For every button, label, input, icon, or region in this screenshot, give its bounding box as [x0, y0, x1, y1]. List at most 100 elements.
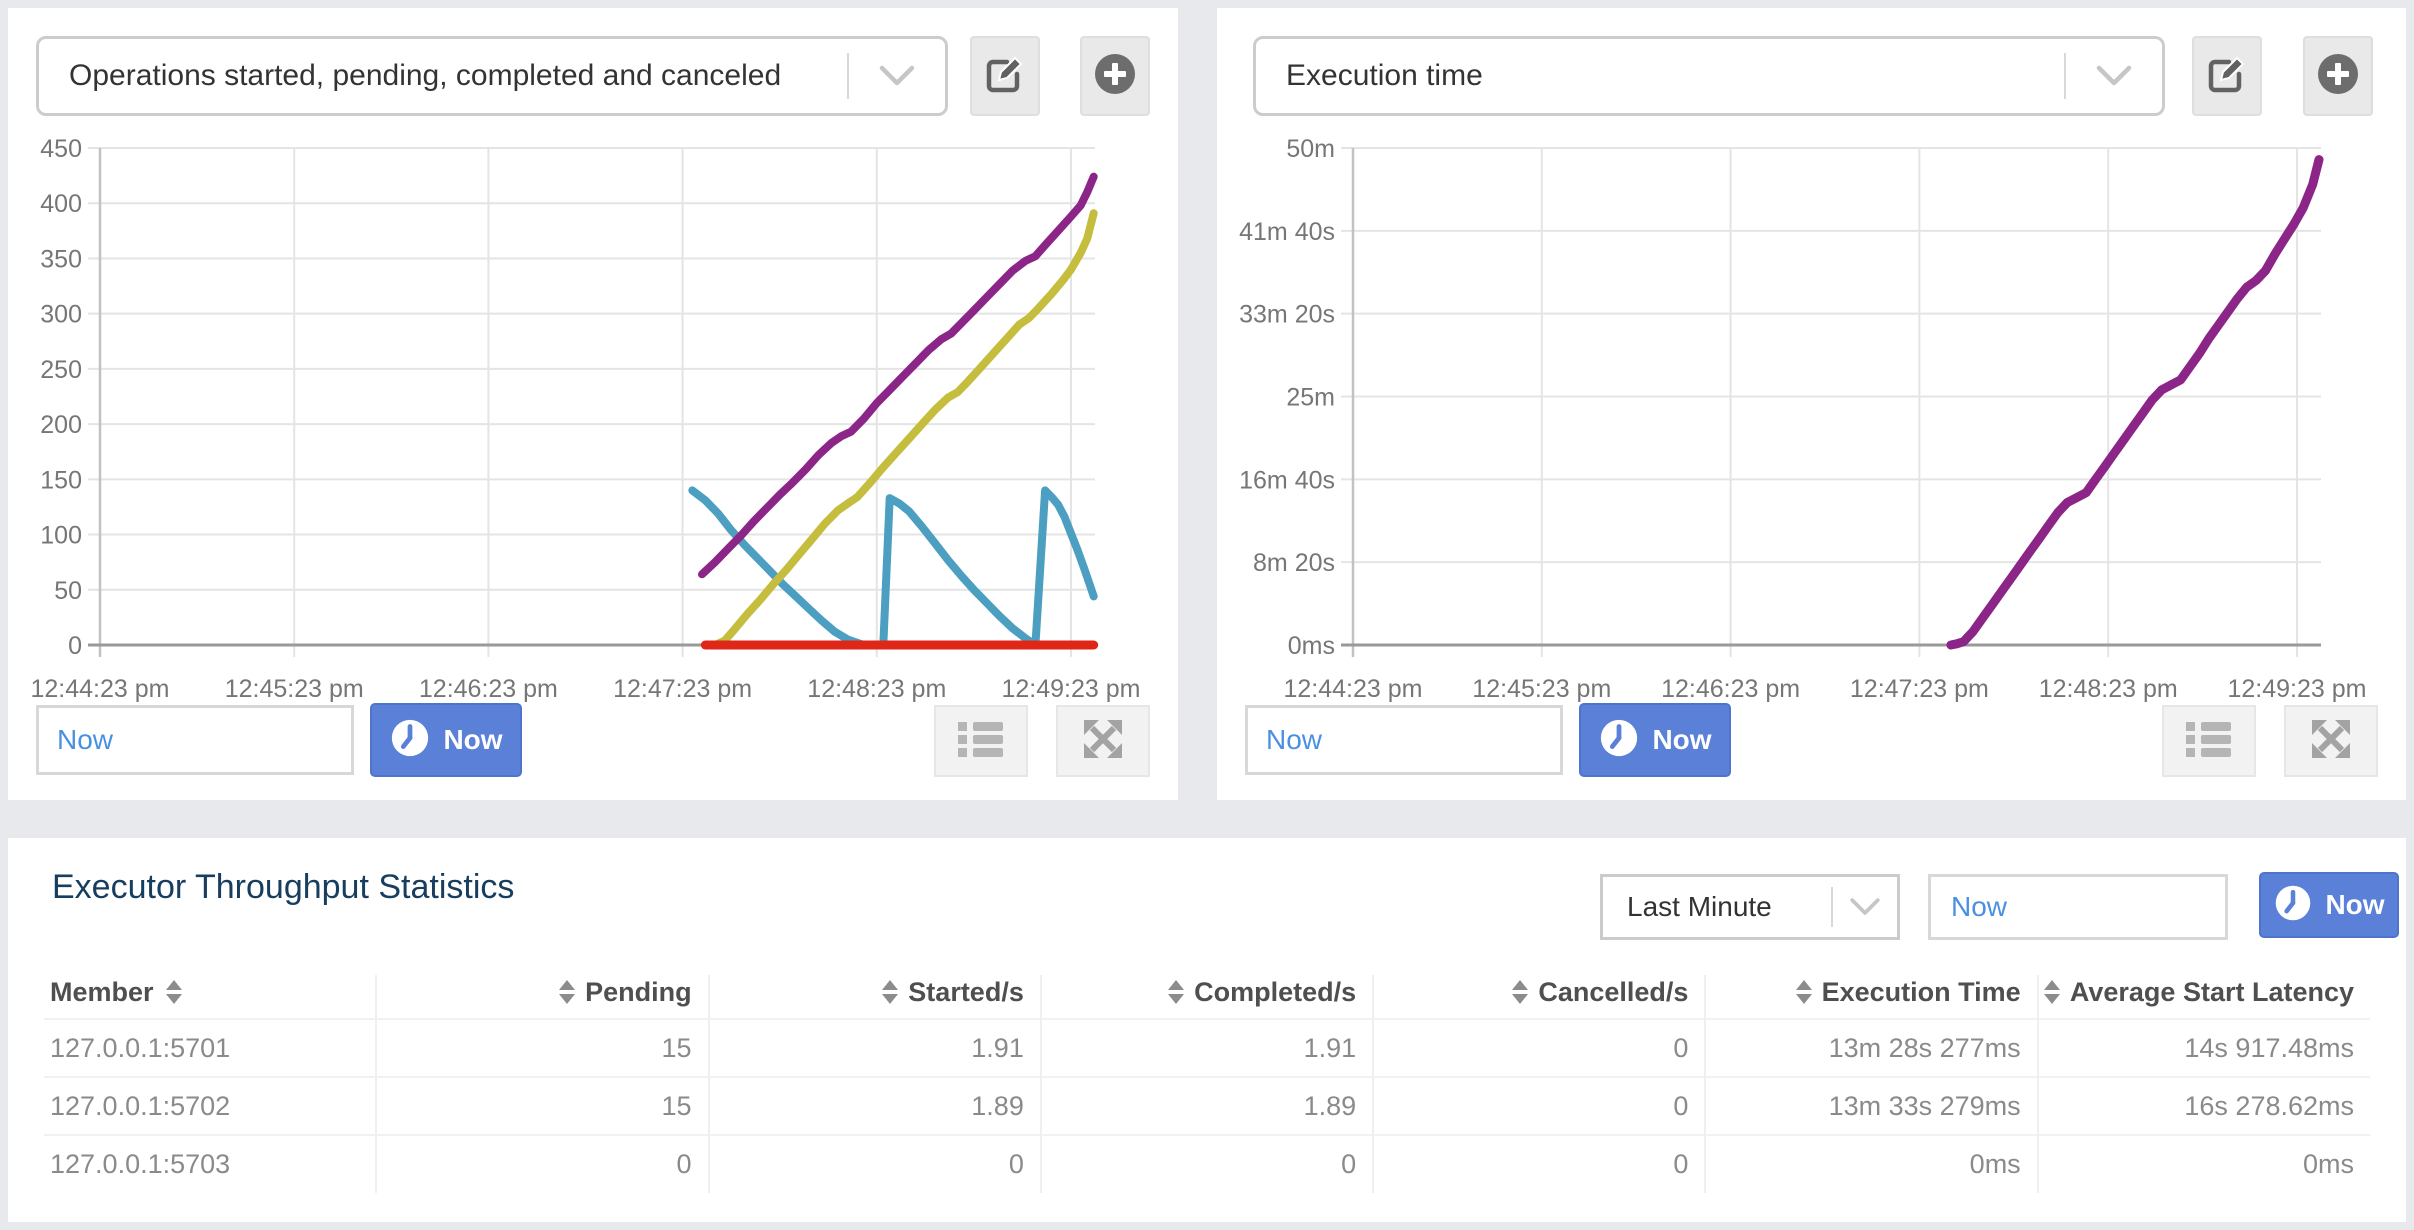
column-header-pending[interactable]: Pending [376, 975, 708, 1019]
table-header-row: Member Pending Started/s Completed/s Can… [44, 975, 2370, 1019]
expand-arrows-icon [2306, 714, 2356, 769]
table-row[interactable]: 127.0.0.1:5702 15 1.89 1.89 0 13m 33s 27… [44, 1077, 2370, 1135]
now-button[interactable]: Now [370, 703, 522, 777]
legend-toggle-button[interactable] [934, 705, 1028, 777]
avg-start-latency-cell: 0ms [2038, 1135, 2370, 1193]
sort-icon [1168, 980, 1184, 1004]
column-header-started[interactable]: Started/s [709, 975, 1041, 1019]
svg-text:12:45:23 pm: 12:45:23 pm [1472, 675, 1611, 703]
execution-time-cell: 13m 28s 277ms [1705, 1019, 2037, 1077]
svg-text:450: 450 [40, 135, 82, 163]
add-chart-button[interactable] [1080, 36, 1150, 116]
chevron-down-icon [2066, 64, 2162, 88]
clock-icon [2273, 883, 2313, 928]
svg-text:16m 40s: 16m 40s [1239, 466, 1335, 494]
column-header-cancelled[interactable]: Cancelled/s [1373, 975, 1705, 1019]
svg-text:12:47:23 pm: 12:47:23 pm [613, 675, 752, 703]
started-cell: 1.91 [709, 1019, 1041, 1077]
pending-cell: 15 [376, 1077, 708, 1135]
table-row[interactable]: 127.0.0.1:5701 15 1.91 1.91 0 13m 28s 27… [44, 1019, 2370, 1077]
svg-text:300: 300 [40, 301, 82, 329]
sort-icon [166, 980, 182, 1004]
column-header-execution-time[interactable]: Execution Time [1705, 975, 2037, 1019]
sort-icon [1512, 980, 1528, 1004]
svg-text:12:49:23 pm: 12:49:23 pm [1002, 675, 1141, 703]
member-cell: 127.0.0.1:5701 [44, 1019, 376, 1077]
pending-cell: 0 [376, 1135, 708, 1193]
svg-text:350: 350 [40, 245, 82, 273]
sort-icon [1796, 980, 1812, 1004]
column-header-average-start-latency[interactable]: Average Start Latency [2038, 975, 2370, 1019]
executor-statistics-table: Member Pending Started/s Completed/s Can… [44, 975, 2370, 1193]
now-button[interactable]: Now [2259, 872, 2399, 938]
sort-icon [882, 980, 898, 1004]
cancelled-cell: 0 [1373, 1019, 1705, 1077]
sort-icon [2044, 980, 2060, 1004]
svg-text:12:44:23 pm: 12:44:23 pm [31, 675, 170, 703]
list-icon [2185, 718, 2233, 765]
execution-time-line-chart: 12:44:23 pm 12:45:23 pm 12:46:23 pm 12:47:2… [1217, 126, 2406, 726]
column-header-completed[interactable]: Completed/s [1041, 975, 1373, 1019]
expand-chart-button[interactable] [2284, 705, 2378, 777]
edit-chart-button[interactable] [970, 36, 1040, 116]
legend-toggle-button[interactable] [2162, 705, 2256, 777]
svg-text:12:46:23 pm: 12:46:23 pm [419, 675, 558, 703]
now-button[interactable]: Now [1579, 703, 1731, 777]
time-travel-input[interactable] [36, 705, 354, 775]
completed-cell: 0 [1041, 1135, 1373, 1193]
member-cell: 127.0.0.1:5702 [44, 1077, 376, 1135]
svg-text:12:49:23 pm: 12:49:23 pm [2228, 675, 2367, 703]
svg-text:200: 200 [40, 411, 82, 439]
expand-chart-button[interactable] [1056, 705, 1150, 777]
time-travel-input[interactable] [1245, 705, 1563, 775]
avg-start-latency-cell: 16s 278.62ms [2038, 1077, 2370, 1135]
completed-cell: 1.91 [1041, 1019, 1373, 1077]
plus-circle-icon [1092, 51, 1138, 102]
started-cell: 1.89 [709, 1077, 1041, 1135]
metric-select-execution-value: Execution time [1256, 59, 2064, 93]
table-row[interactable]: 127.0.0.1:5703 0 0 0 0 0ms 0ms [44, 1135, 2370, 1193]
edit-icon [983, 52, 1027, 101]
pending-cell: 15 [376, 1019, 708, 1077]
cancelled-cell: 0 [1373, 1077, 1705, 1135]
svg-text:12:47:23 pm: 12:47:23 pm [1850, 675, 1989, 703]
execution-time-cell: 0ms [1705, 1135, 2037, 1193]
svg-text:41m 40s: 41m 40s [1239, 218, 1335, 246]
execution-time-chart-panel: Execution time 12:44:23 pm12:45:23 pm12:… [1217, 8, 2406, 800]
chevron-down-icon [1833, 896, 1897, 918]
svg-text:0: 0 [68, 632, 82, 660]
now-button-label: Now [443, 724, 502, 756]
svg-text:8m 20s: 8m 20s [1253, 549, 1335, 577]
add-chart-button[interactable] [2303, 36, 2373, 116]
clock-icon [1598, 717, 1640, 764]
metric-select-execution[interactable]: Execution time [1253, 36, 2165, 116]
svg-text:250: 250 [40, 356, 82, 384]
period-select[interactable]: Last Minute [1600, 874, 1900, 940]
edit-chart-button[interactable] [2192, 36, 2262, 116]
started-cell: 0 [709, 1135, 1041, 1193]
column-header-member[interactable]: Member [44, 975, 376, 1019]
svg-text:0ms: 0ms [1288, 632, 1335, 660]
expand-arrows-icon [1078, 714, 1128, 769]
svg-text:100: 100 [40, 522, 82, 550]
operations-line-chart: 12:44:23 pm12:45:23 pm12:46:23 pm12:47:2… [8, 126, 1178, 726]
svg-text:12:46:23 pm: 12:46:23 pm [1661, 675, 1800, 703]
avg-start-latency-cell: 14s 917.48ms [2038, 1019, 2370, 1077]
execution-time-cell: 13m 33s 279ms [1705, 1077, 2037, 1135]
svg-text:12:44:23 pm: 12:44:23 pm [1284, 675, 1423, 703]
svg-text:33m 20s: 33m 20s [1239, 301, 1335, 329]
metric-select-operations[interactable]: Operations started, pending, completed a… [36, 36, 948, 116]
svg-text:12:48:23 pm: 12:48:23 pm [807, 675, 946, 703]
list-icon [957, 718, 1005, 765]
clock-icon [389, 717, 431, 764]
time-travel-input[interactable] [1928, 874, 2228, 940]
svg-text:25m: 25m [1286, 384, 1335, 412]
page-title: Executor Throughput Statistics [52, 868, 514, 907]
operations-chart-panel: Operations started, pending, completed a… [8, 8, 1178, 800]
executor-throughput-statistics-panel: Executor Throughput Statistics Last Minu… [8, 838, 2406, 1222]
plus-circle-icon [2315, 51, 2361, 102]
now-button-label: Now [2325, 889, 2384, 921]
sort-icon [559, 980, 575, 1004]
cancelled-cell: 0 [1373, 1135, 1705, 1193]
svg-text:12:48:23 pm: 12:48:23 pm [2039, 675, 2178, 703]
